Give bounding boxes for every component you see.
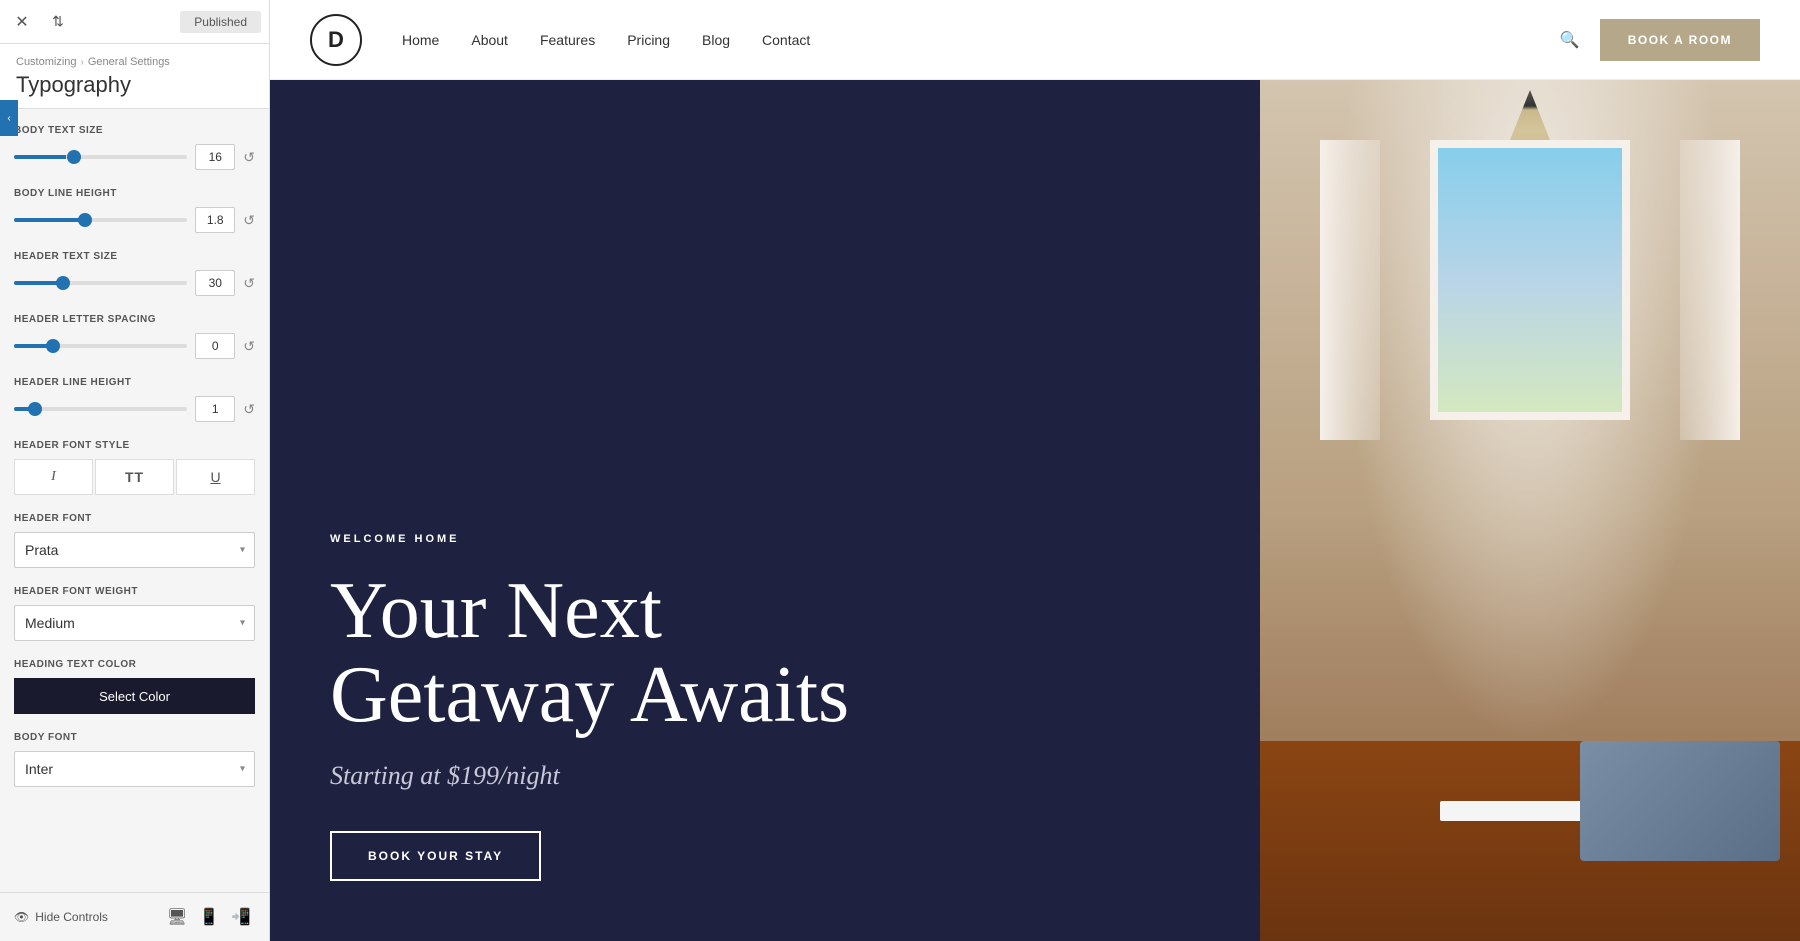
header-letter-spacing-value: 0 <box>195 333 235 359</box>
header-line-height-reset[interactable]: ↺ <box>243 402 255 416</box>
history-arrows-button[interactable]: ⇅ <box>44 8 72 36</box>
body-font-select-wrapper: Inter Arial Open Sans ▾ <box>14 751 255 787</box>
header-line-height-row: 1 ↺ <box>14 396 255 422</box>
left-panel: ✕ ⇅ Published ‹ Customizing › General Se… <box>0 0 270 941</box>
mobile-view-button[interactable]: 📲 <box>227 903 255 931</box>
published-badge[interactable]: Published <box>180 11 261 33</box>
right-panel: D Home About Features Pricing Blog Conta… <box>270 0 1800 941</box>
nav-pricing[interactable]: Pricing <box>627 32 670 48</box>
header-text-size-control: HEADER TEXT SIZE 30 ↺ <box>14 251 255 296</box>
breadcrumb-parent: Customizing <box>16 56 77 68</box>
caps-button[interactable]: TT <box>95 459 174 495</box>
select-color-button[interactable]: Select Color <box>14 678 255 714</box>
header-font-label: HEADER FONT <box>14 513 255 524</box>
body-font-control: BODY FONT Inter Arial Open Sans ▾ <box>14 732 255 787</box>
body-text-size-control: BODY TEXT SIZE 16 ↺ <box>14 125 255 170</box>
back-button[interactable]: ‹ <box>0 100 18 136</box>
heading-text-color-control: HEADING TEXT COLOR Select Color <box>14 659 255 714</box>
body-line-height-label: BODY LINE HEIGHT <box>14 188 255 199</box>
underline-button[interactable]: U <box>176 459 255 495</box>
body-line-height-control: BODY LINE HEIGHT 1.8 ↺ <box>14 188 255 233</box>
hero-title-line2: Getaway Awaits <box>330 651 849 739</box>
room-sofa-decor <box>1580 741 1780 861</box>
desktop-view-button[interactable]: 🖥 <box>163 903 191 931</box>
italic-button[interactable]: I <box>14 459 93 495</box>
breadcrumb-current: General Settings <box>88 56 170 68</box>
header-font-weight-select-wrapper: Medium Light Regular Bold ▾ <box>14 605 255 641</box>
hero-subtitle: Starting at $199/night <box>330 761 1200 791</box>
bottom-bar: 👁 Hide Controls 🖥 📱 📲 <box>0 892 269 941</box>
header-text-size-label: HEADER TEXT SIZE <box>14 251 255 262</box>
header-font-style-label: HEADER FONT STYLE <box>14 440 255 451</box>
body-line-height-reset[interactable]: ↺ <box>243 213 255 227</box>
header-line-height-value: 1 <box>195 396 235 422</box>
top-toolbar: ✕ ⇅ Published <box>0 0 269 44</box>
hero-title: Your Next Getaway Awaits <box>330 569 1200 737</box>
hero-image <box>1260 80 1800 941</box>
nav-links: Home About Features Pricing Blog Contact <box>402 32 1560 48</box>
body-text-size-value: 16 <box>195 144 235 170</box>
header-letter-spacing-control: HEADER LETTER SPACING 0 ↺ <box>14 314 255 359</box>
header-font-control: HEADER FONT Prata Georgia Times New Roma… <box>14 513 255 568</box>
body-line-height-row: 1.8 ↺ <box>14 207 255 233</box>
tablet-view-button[interactable]: 📱 <box>195 903 223 931</box>
header-font-weight-label: HEADER FONT WEIGHT <box>14 586 255 597</box>
body-text-size-row: 16 ↺ <box>14 144 255 170</box>
body-line-height-slider[interactable] <box>14 218 187 222</box>
header-font-weight-control: HEADER FONT WEIGHT Medium Light Regular … <box>14 586 255 641</box>
header-text-size-value: 30 <box>195 270 235 296</box>
body-line-height-value: 1.8 <box>195 207 235 233</box>
nav-features[interactable]: Features <box>540 32 595 48</box>
header-font-style-row: I TT U <box>14 459 255 495</box>
header-line-height-slider[interactable] <box>14 407 187 411</box>
room-curtain-right-decor <box>1680 140 1740 440</box>
hide-controls-button[interactable]: 👁 Hide Controls <box>14 910 108 924</box>
site-logo: D <box>310 14 362 66</box>
hero-section: WELCOME HOME Your Next Getaway Awaits St… <box>270 80 1800 941</box>
header-letter-spacing-row: 0 ↺ <box>14 333 255 359</box>
header-font-select[interactable]: Prata Georgia Times New Roman <box>14 532 255 568</box>
body-font-select[interactable]: Inter Arial Open Sans <box>14 751 255 787</box>
site-nav: D Home About Features Pricing Blog Conta… <box>270 0 1800 80</box>
heading-text-color-label: HEADING TEXT COLOR <box>14 659 255 670</box>
header-font-select-wrapper: Prata Georgia Times New Roman ▾ <box>14 532 255 568</box>
header-font-style-control: HEADER FONT STYLE I TT U <box>14 440 255 495</box>
controls-area: BODY TEXT SIZE 16 ↺ BODY LINE HEIGHT 1.8… <box>0 109 269 892</box>
hero-content: WELCOME HOME Your Next Getaway Awaits St… <box>270 80 1260 941</box>
body-text-size-slider[interactable] <box>14 155 187 159</box>
body-text-size-reset[interactable]: ↺ <box>243 150 255 164</box>
nav-home[interactable]: Home <box>402 32 439 48</box>
body-font-label: BODY FONT <box>14 732 255 743</box>
header-line-height-label: HEADER LINE HEIGHT <box>14 377 255 388</box>
header-line-height-control: HEADER LINE HEIGHT 1 ↺ <box>14 377 255 422</box>
header-letter-spacing-slider[interactable] <box>14 344 187 348</box>
header-text-size-row: 30 ↺ <box>14 270 255 296</box>
book-stay-button[interactable]: BOOK YOUR STAY <box>330 831 541 881</box>
search-button[interactable]: 🔍 <box>1560 30 1580 50</box>
nav-blog[interactable]: Blog <box>702 32 730 48</box>
hero-title-line1: Your Next <box>330 567 662 655</box>
hero-image-bg <box>1260 80 1800 941</box>
nav-about[interactable]: About <box>471 32 508 48</box>
room-curtain-left-decor <box>1320 140 1380 440</box>
nav-contact[interactable]: Contact <box>762 32 810 48</box>
header-letter-spacing-reset[interactable]: ↺ <box>243 339 255 353</box>
welcome-label: WELCOME HOME <box>330 533 1200 545</box>
breadcrumb-section: Customizing › General Settings Typograph… <box>0 44 269 109</box>
header-text-size-slider[interactable] <box>14 281 187 285</box>
book-room-button[interactable]: BOOK A ROOM <box>1600 19 1760 61</box>
body-text-size-label: BODY TEXT SIZE <box>14 125 255 136</box>
eye-icon: 👁 <box>14 910 29 924</box>
panel-title: Typography <box>16 72 253 98</box>
breadcrumb-separator: › <box>81 57 84 68</box>
logo-circle: D <box>310 14 362 66</box>
header-letter-spacing-label: HEADER LETTER SPACING <box>14 314 255 325</box>
close-button[interactable]: ✕ <box>8 8 36 36</box>
breadcrumb: Customizing › General Settings <box>16 56 253 68</box>
room-window-decor <box>1430 140 1630 420</box>
header-text-size-reset[interactable]: ↺ <box>243 276 255 290</box>
header-font-weight-select[interactable]: Medium Light Regular Bold <box>14 605 255 641</box>
hide-controls-label: Hide Controls <box>35 910 108 924</box>
view-buttons: 🖥 📱 📲 <box>163 903 255 931</box>
